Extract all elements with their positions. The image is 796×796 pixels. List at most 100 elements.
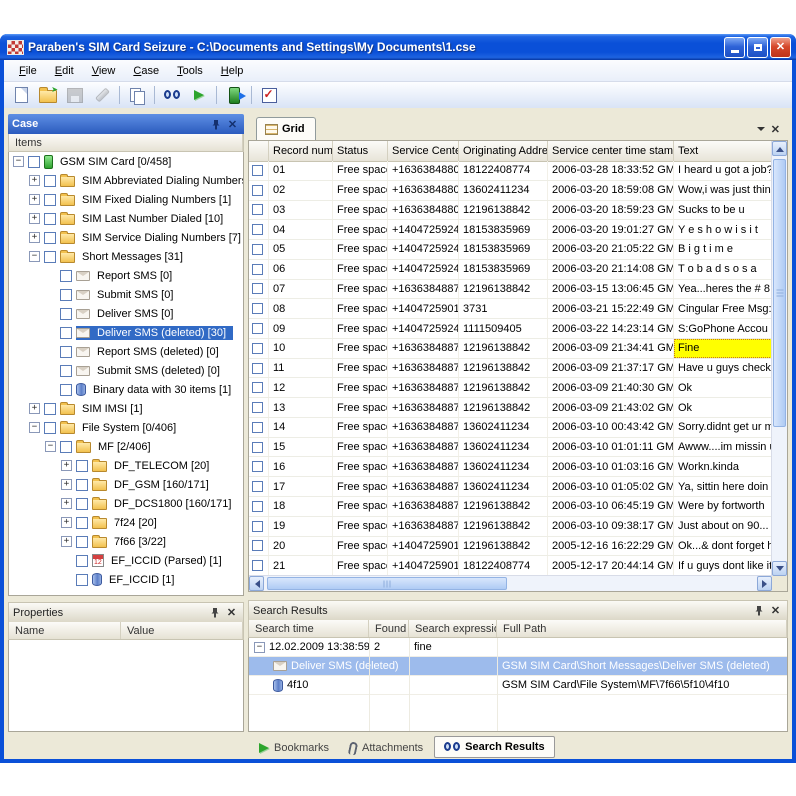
collapse-icon[interactable]: − (13, 156, 24, 167)
scroll-down-button[interactable] (772, 561, 787, 576)
horizontal-scrollbar[interactable] (249, 575, 772, 591)
tree-checkbox[interactable] (44, 251, 56, 263)
properties-close-button[interactable]: ✕ (224, 605, 239, 620)
row-checkbox[interactable] (252, 343, 263, 354)
tree-checkbox[interactable] (76, 460, 88, 472)
menu-view[interactable]: View (83, 63, 125, 79)
tree-item[interactable]: −MF [2/406] (9, 437, 243, 456)
tree-item[interactable]: +DF_GSM [160/171] (9, 475, 243, 494)
table-row[interactable]: 06Free space+14047259247181538359692006-… (249, 260, 772, 280)
copy-button[interactable] (124, 83, 150, 107)
grid-close-button[interactable]: ✕ (771, 123, 780, 136)
row-checkbox[interactable] (252, 264, 263, 275)
tree-checkbox[interactable] (28, 156, 40, 168)
table-row[interactable]: 15Free space+16363848870136024112342006-… (249, 438, 772, 458)
row-checkbox[interactable] (252, 560, 263, 571)
tree-checkbox[interactable] (44, 213, 56, 225)
expand-icon[interactable]: + (61, 479, 72, 490)
table-row[interactable]: 13Free space+16363848870121961388422006-… (249, 398, 772, 418)
tree-checkbox[interactable] (60, 289, 72, 301)
tree-item[interactable]: −Short Messages [31] (9, 247, 243, 266)
tree-checkbox[interactable] (44, 232, 56, 244)
search-close-button[interactable]: ✕ (768, 603, 783, 618)
tree-item[interactable]: +DF_DCS1800 [160/171] (9, 494, 243, 513)
table-row[interactable]: 12Free space+16363848870121961388422006-… (249, 378, 772, 398)
tree-checkbox[interactable] (76, 574, 88, 586)
search-pin-button[interactable] (751, 603, 766, 618)
search-result-row[interactable]: −12.02.2009 13:38:592fine (249, 638, 787, 657)
properties-column-name[interactable]: Name (9, 622, 121, 639)
row-checkbox[interactable] (252, 382, 263, 393)
acquire-device-button[interactable] (221, 83, 247, 107)
tree-item[interactable]: +SIM Last Number Dialed [10] (9, 209, 243, 228)
table-row[interactable]: 10Free space+16363848870121961388422006-… (249, 339, 772, 359)
table-row[interactable]: 11Free space+16363848870121961388422006-… (249, 359, 772, 379)
search-column-search-time[interactable]: Search time (249, 620, 369, 637)
tree-checkbox[interactable] (60, 441, 72, 453)
scroll-up-button[interactable] (772, 141, 787, 156)
tree-checkbox[interactable] (60, 365, 72, 377)
tree-item[interactable]: +7f66 [3/22] (9, 532, 243, 551)
table-row[interactable]: 17Free space+16363848870136024112342006-… (249, 477, 772, 497)
search-column-search-expression[interactable]: Search expression (409, 620, 497, 637)
case-pin-button[interactable] (208, 117, 223, 132)
tab-attachments[interactable]: Attachments (340, 738, 432, 758)
tree-checkbox[interactable] (76, 555, 88, 567)
bookmark-button[interactable] (186, 83, 212, 107)
search-column-found[interactable]: Found (369, 620, 409, 637)
column-header-record-number[interactable]: Record number (269, 141, 333, 161)
expand-icon[interactable]: + (61, 517, 72, 528)
horizontal-scroll-thumb[interactable] (267, 577, 507, 590)
tree-item[interactable]: Binary data with 30 items [1] (9, 380, 243, 399)
case-close-button[interactable]: ✕ (225, 117, 240, 132)
search-result-row[interactable]: 4f10GSM SIM Card\File System\MF\7f66\5f1… (249, 676, 787, 695)
tree-checkbox[interactable] (76, 517, 88, 529)
tree-item[interactable]: +7f24 [20] (9, 513, 243, 532)
table-row[interactable]: 21Free space+14047259016181224087742005-… (249, 556, 772, 576)
expand-icon[interactable]: + (29, 213, 40, 224)
menu-file[interactable]: File (10, 63, 46, 79)
tree-item[interactable]: +SIM Abbreviated Dialing Numbers ... (9, 171, 243, 190)
chevron-down-icon[interactable] (757, 127, 765, 135)
expand-icon[interactable]: + (29, 232, 40, 243)
table-row[interactable]: 09Free space+1404725924711115094052006-0… (249, 319, 772, 339)
menu-case[interactable]: Case (124, 63, 168, 79)
minimize-button[interactable] (724, 37, 745, 58)
tab-bookmarks[interactable]: Bookmarks (250, 738, 338, 758)
table-row[interactable]: 07Free space+16363848870121961388422006-… (249, 280, 772, 300)
scroll-right-button[interactable] (757, 576, 772, 591)
tree-item[interactable]: Report SMS (deleted) [0] (9, 342, 243, 361)
table-row[interactable]: 16Free space+16363848870136024112342006-… (249, 457, 772, 477)
table-row[interactable]: 03Free space+16363848801121961388422006-… (249, 201, 772, 221)
row-checkbox[interactable] (252, 204, 263, 215)
tree-checkbox[interactable] (76, 498, 88, 510)
row-checkbox[interactable] (252, 461, 263, 472)
row-checkbox[interactable] (252, 303, 263, 314)
table-row[interactable]: 18Free space+16363848870121961388422006-… (249, 497, 772, 517)
properties-pin-button[interactable] (207, 605, 222, 620)
column-header-originating-address[interactable]: Originating Address (459, 141, 548, 161)
tree-item[interactable]: +SIM Fixed Dialing Numbers [1] (9, 190, 243, 209)
column-header-status[interactable]: Status (333, 141, 388, 161)
tree-item[interactable]: +SIM IMSI [1] (9, 399, 243, 418)
maximize-button[interactable] (747, 37, 768, 58)
table-row[interactable]: 04Free space+14047259247181538359692006-… (249, 220, 772, 240)
tree-item[interactable]: EF_ICCID (Parsed) [1] (9, 551, 243, 570)
tree-checkbox[interactable] (44, 422, 56, 434)
table-row[interactable]: 19Free space+16363848870121961388422006-… (249, 517, 772, 537)
tree-checkbox[interactable] (76, 536, 88, 548)
expand-icon[interactable]: + (61, 536, 72, 547)
row-checkbox[interactable] (252, 185, 263, 196)
table-row[interactable]: 01Free space+16363848801181224087742006-… (249, 161, 772, 181)
tree-item[interactable]: −File System [0/406] (9, 418, 243, 437)
menu-tools[interactable]: Tools (168, 63, 212, 79)
title-bar[interactable]: Paraben's SIM Card Seizure - C:\Document… (0, 34, 796, 60)
collapse-icon[interactable]: − (29, 251, 40, 262)
tree-item[interactable]: Report SMS [0] (9, 266, 243, 285)
tree-checkbox[interactable] (44, 403, 56, 415)
row-checkbox[interactable] (252, 442, 263, 453)
table-row[interactable]: 14Free space+16363848870136024112342006-… (249, 418, 772, 438)
tree-checkbox[interactable] (60, 270, 72, 282)
tree-checkbox[interactable] (44, 175, 56, 187)
tree-checkbox[interactable] (44, 194, 56, 206)
